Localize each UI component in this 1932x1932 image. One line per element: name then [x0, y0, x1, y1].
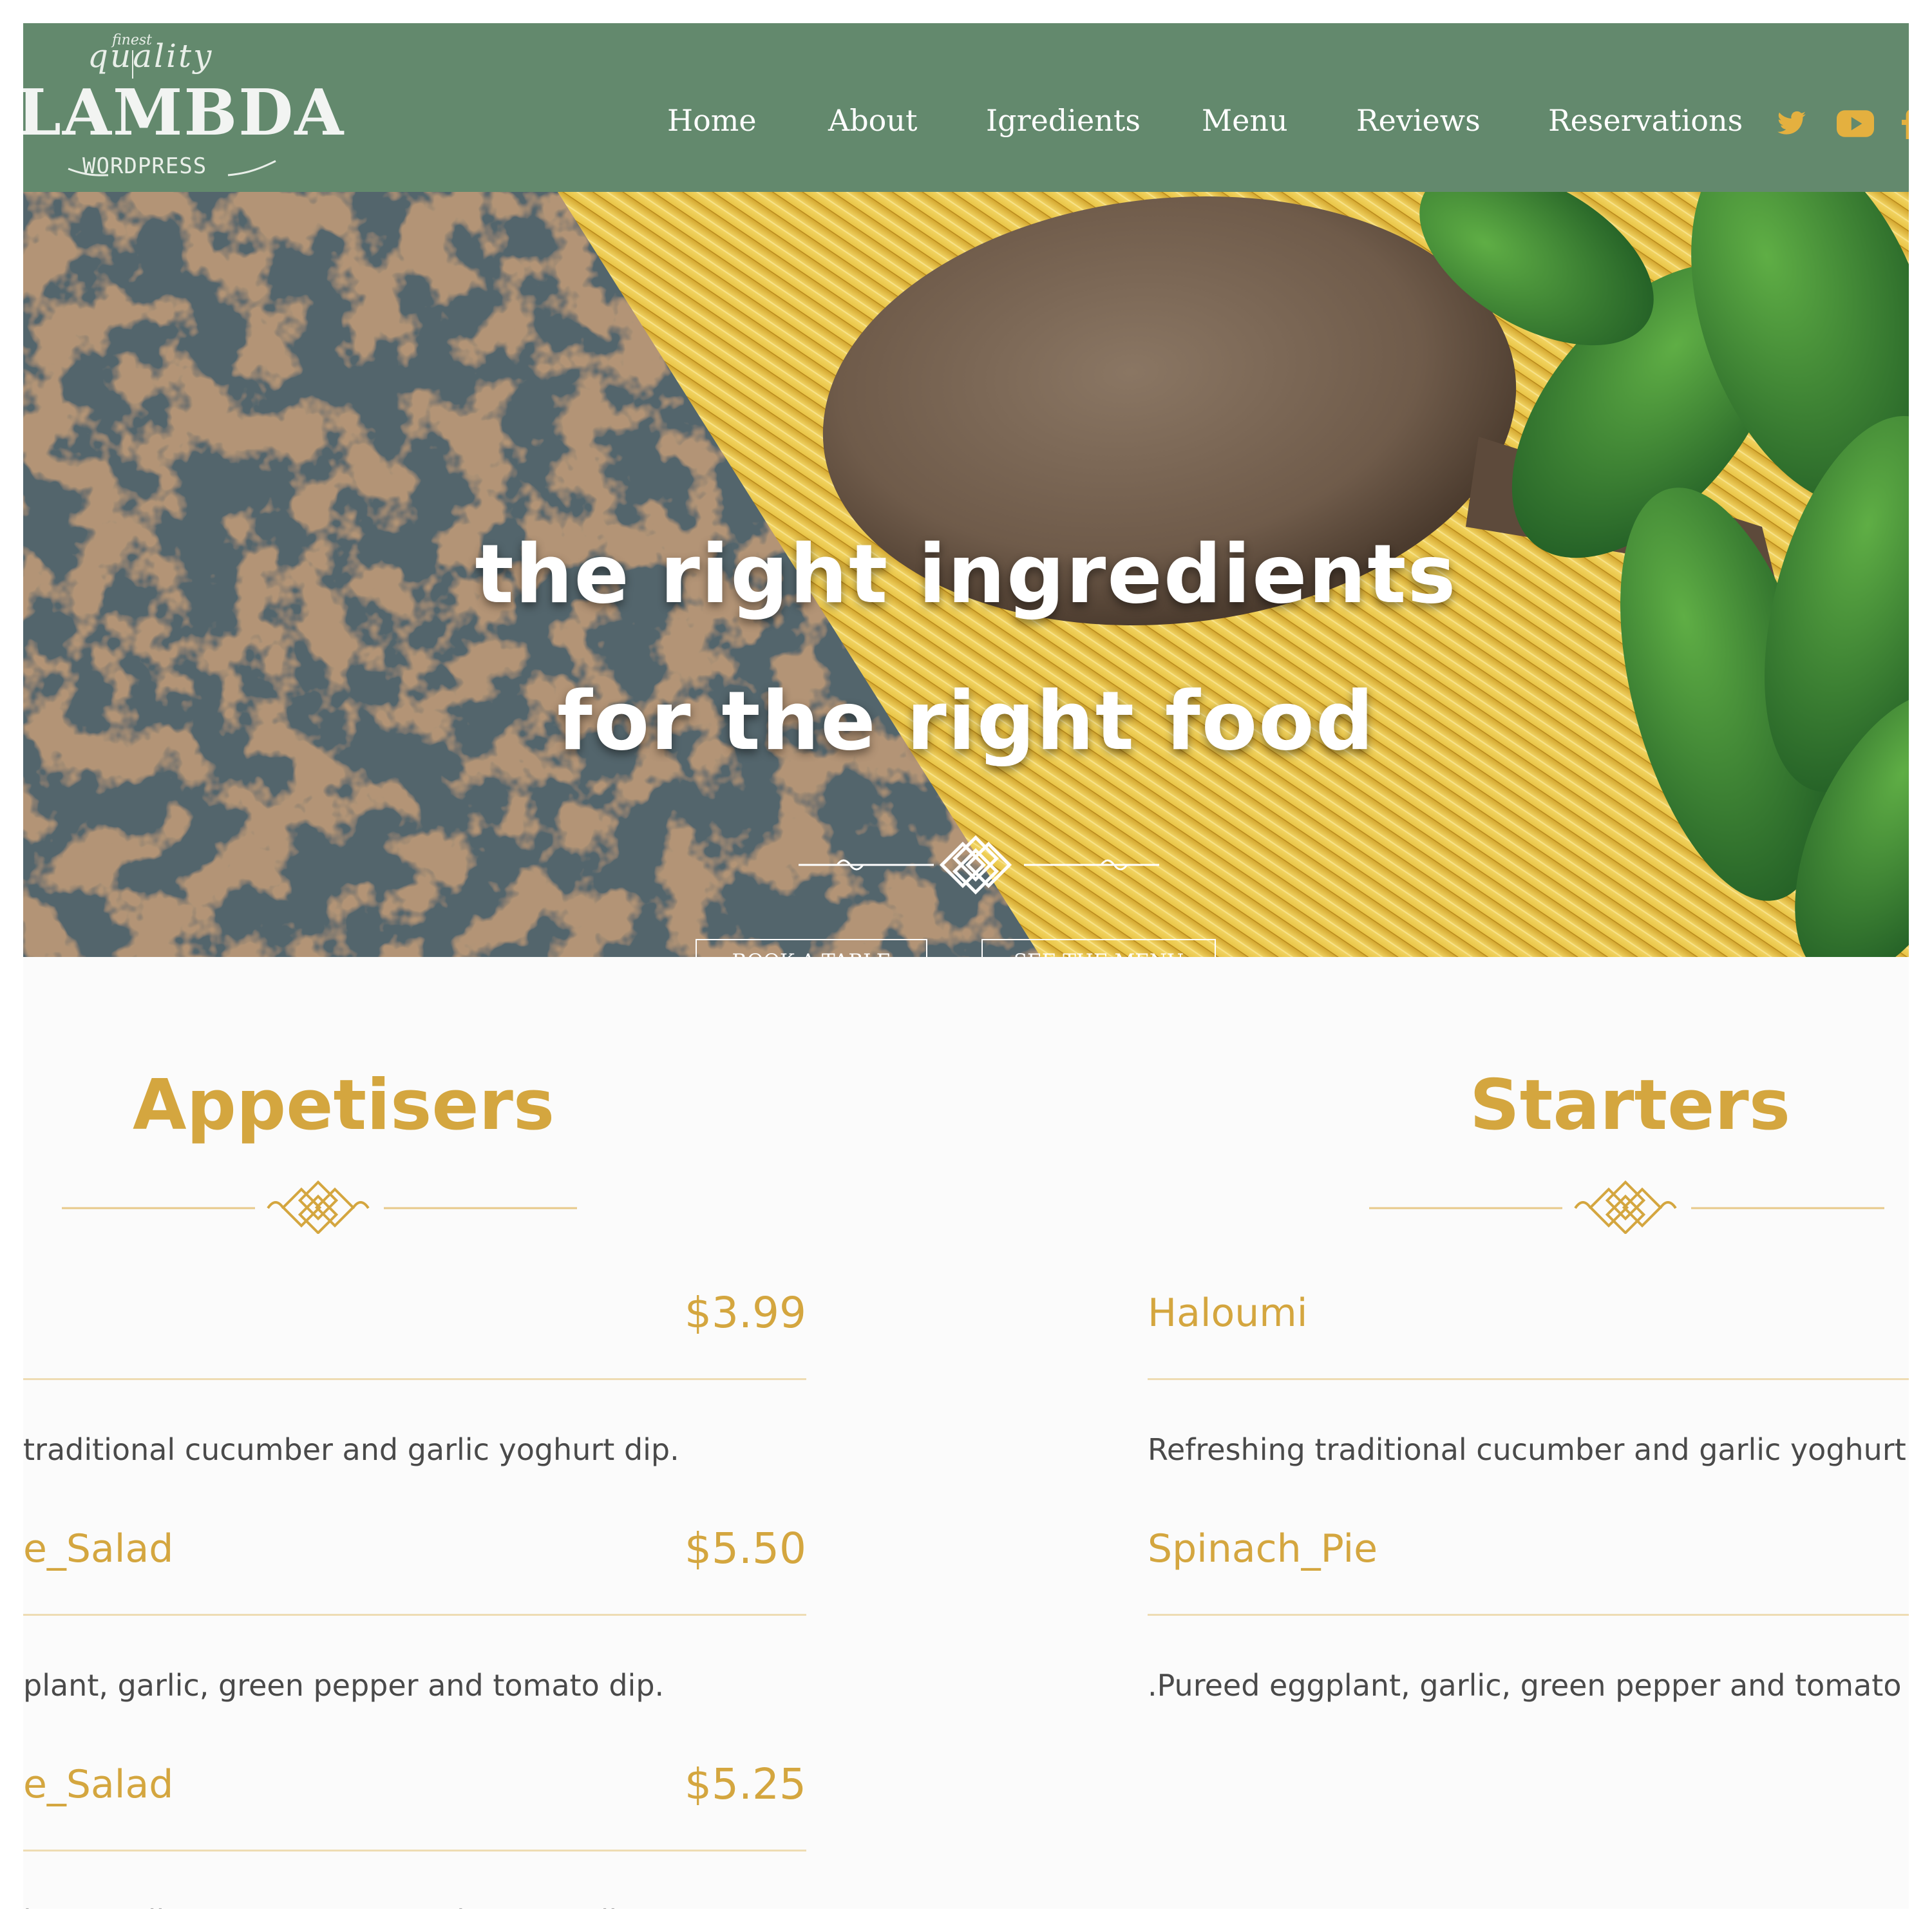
site-header: finest quality LAMBDA WORDPRESS Home Abo…: [23, 23, 1909, 192]
appetisers-ornament: [62, 1180, 577, 1234]
item-divider: [23, 1378, 806, 1380]
item-divider: [1148, 1614, 1909, 1616]
starter-item-desc: .Pureed eggplant, garlic, green pepper a…: [1148, 1668, 1909, 1703]
appetiser-item-name: e_Salad: [23, 1762, 174, 1807]
hero-divider-ornament: [799, 835, 1159, 895]
nav-ingredients[interactable]: Igredients: [986, 103, 1141, 138]
youtube-icon[interactable]: [1837, 108, 1874, 139]
book-table-button[interactable]: BOOK A TABLE: [696, 939, 927, 957]
appetiser-item-name: e_Salad: [23, 1526, 174, 1571]
starter-item-name: Haloumi: [1148, 1291, 1308, 1336]
nav-reviews[interactable]: Reviews: [1356, 103, 1481, 138]
logo-sub: WORDPRESS: [82, 153, 207, 179]
starter-item-desc: Refreshing traditional cucumber and garl…: [1148, 1432, 1906, 1467]
logo-tagline: quality: [88, 37, 214, 75]
facebook-icon[interactable]: [1899, 108, 1909, 139]
appetiser-item-price: $5.25: [685, 1759, 806, 1809]
page: finest quality LAMBDA WORDPRESS Home Abo…: [23, 23, 1909, 1909]
main-nav: Home About Igredients Menu Reviews Reser…: [23, 103, 1909, 142]
appetiser-item-desc: traditional cucumber and garlic yoghurt …: [23, 1432, 679, 1467]
nav-about[interactable]: About: [828, 103, 917, 138]
hero-heading-line2: for the right food: [556, 674, 1376, 768]
starter-item-name: Spinach_Pie: [1148, 1526, 1378, 1571]
item-divider: [23, 1850, 806, 1852]
starters-ornament: [1369, 1180, 1884, 1234]
starters-title: Starters: [1470, 1065, 1790, 1146]
appetiser-item-desc: plant, garlic, green pepper and tomato d…: [23, 1668, 665, 1703]
appetisers-title: Appetisers: [133, 1065, 555, 1146]
hero-heading-line1: the right ingredients: [475, 527, 1457, 621]
item-divider: [1148, 1378, 1909, 1380]
appetiser-item-price: $3.99: [685, 1288, 806, 1338]
twitter-icon[interactable]: [1775, 108, 1808, 139]
hero-banner: the right ingredients for the right food…: [23, 192, 1909, 957]
see-menu-button[interactable]: SEE THE MENU: [981, 939, 1216, 957]
nav-reservations[interactable]: Reservations: [1548, 103, 1743, 138]
nav-home[interactable]: Home: [667, 103, 757, 138]
appetiser-item-price: $5.50: [685, 1524, 806, 1573]
item-divider: [23, 1614, 806, 1616]
appetiser-item-desc: lant, garlic, green pepper and tomato di…: [23, 1904, 645, 1909]
nav-menu[interactable]: Menu: [1202, 103, 1288, 138]
